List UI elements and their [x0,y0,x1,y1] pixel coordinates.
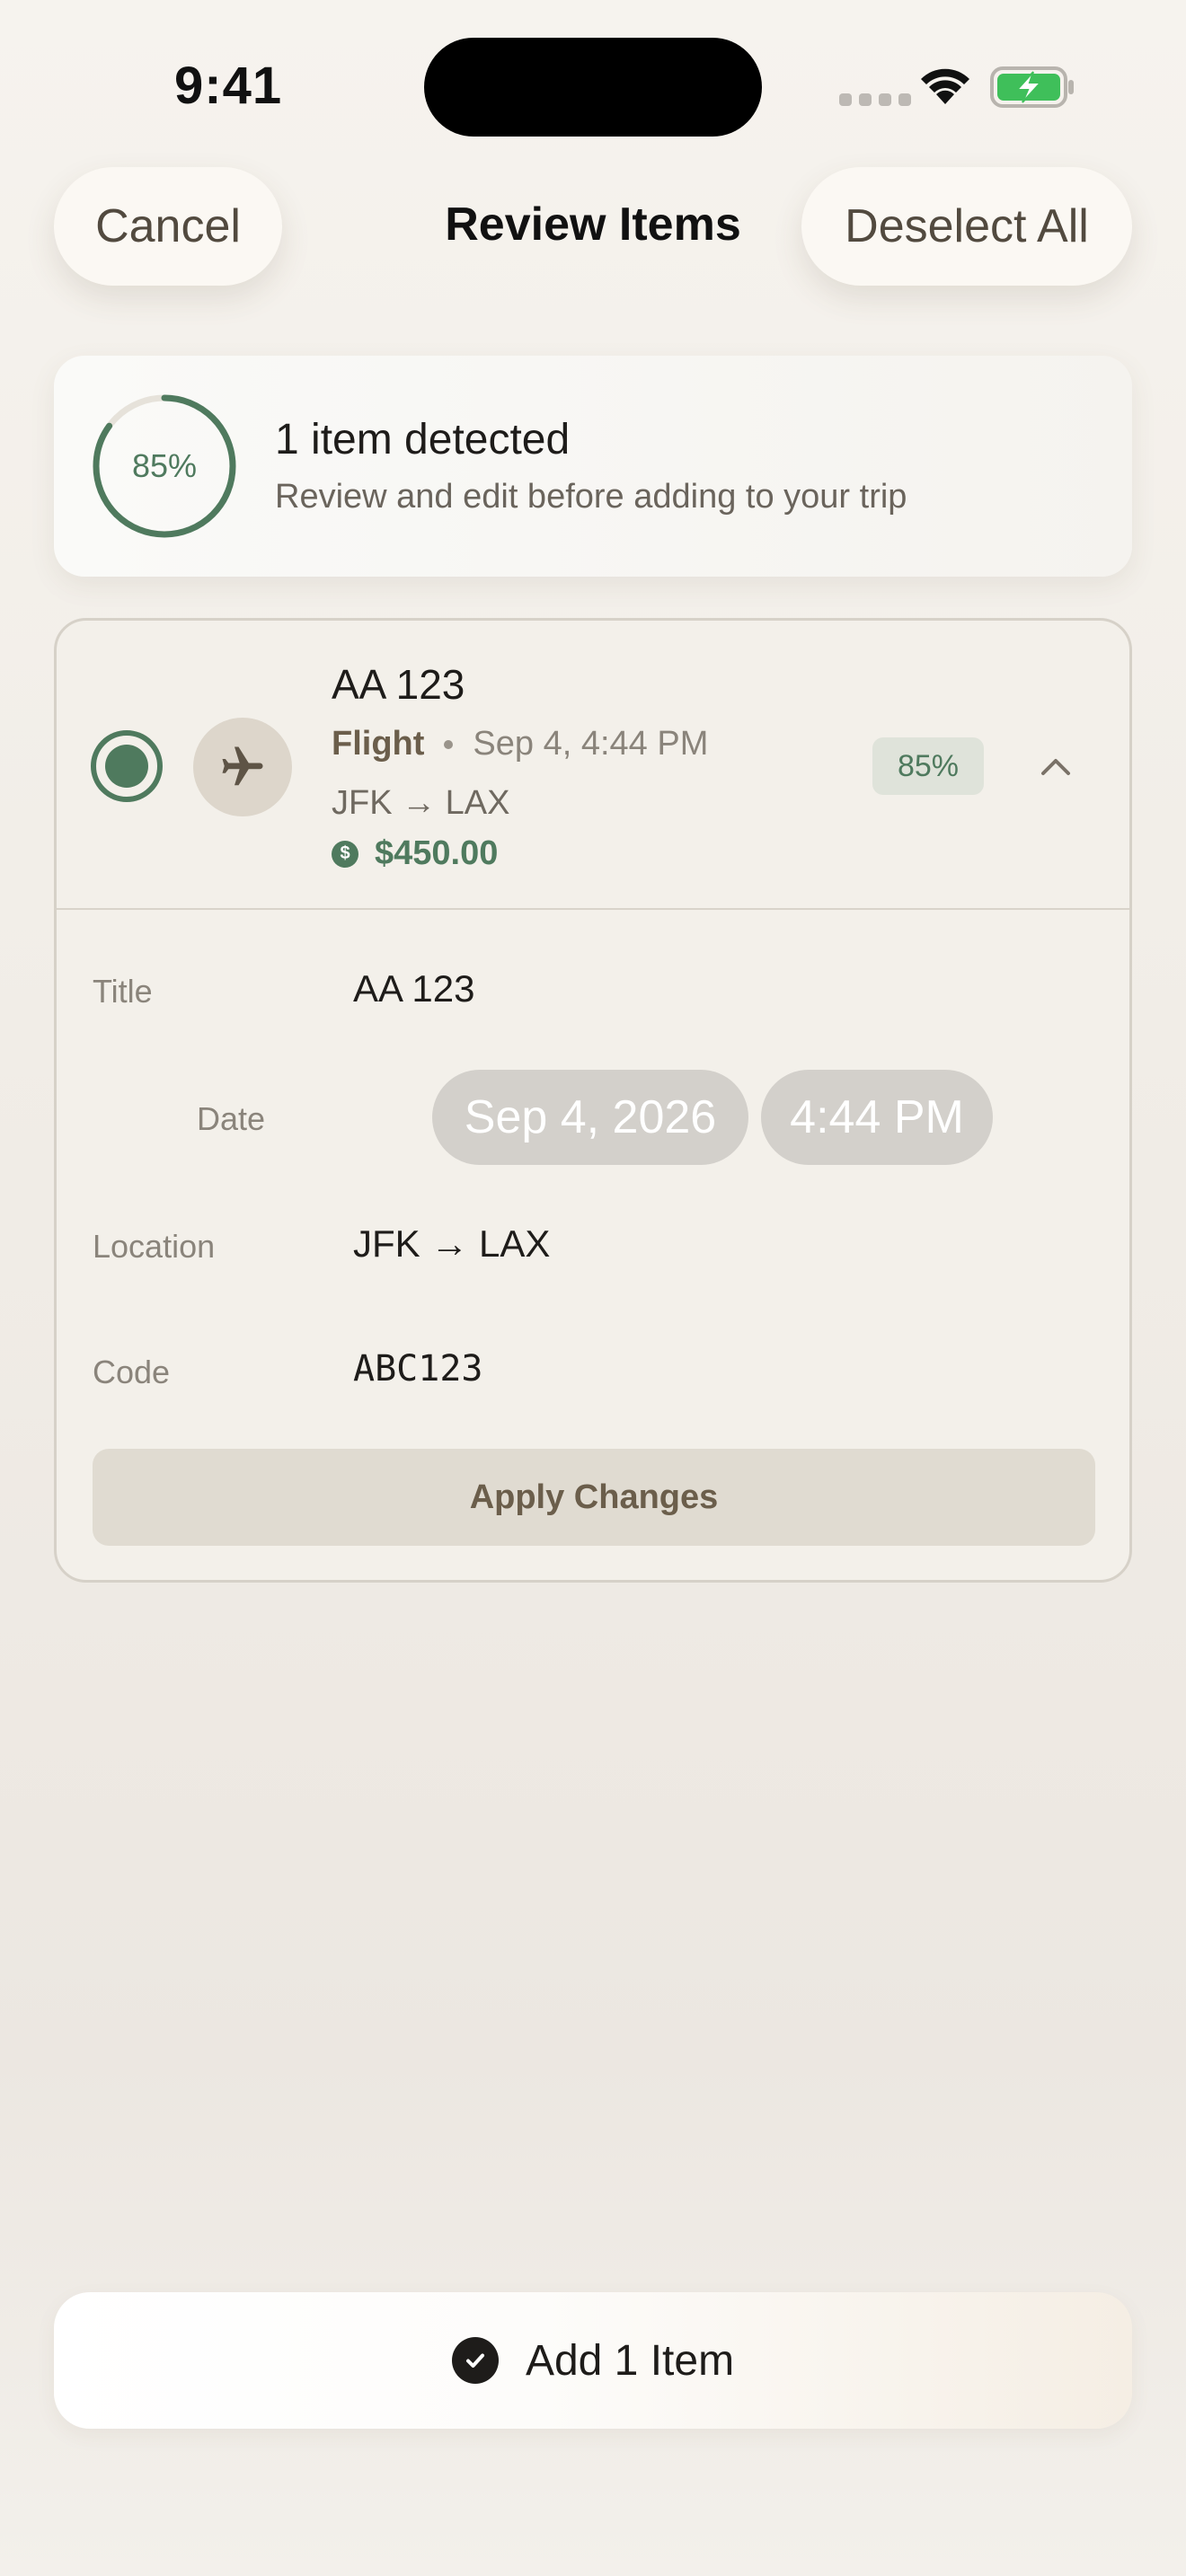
item-route: JFK → LAX [332,784,510,822]
time-picker-button[interactable]: 4:44 PM [761,1070,993,1165]
item-datetime: Sep 4, 4:44 PM [473,725,709,763]
apply-changes-button[interactable]: Apply Changes [93,1449,1095,1546]
detection-summary-card: 85% 1 item detected Review and edit befo… [54,356,1132,577]
code-field[interactable]: ABC123 [353,1348,483,1389]
item-type: Flight [332,725,425,763]
date-picker-button[interactable]: Sep 4, 2026 [432,1070,748,1165]
item-title: AA 123 [332,661,465,708]
page-title: Review Items [445,198,741,251]
title-field[interactable]: AA 123 [353,967,474,1010]
battery-charging-icon [990,65,1076,114]
add-items-label: Add 1 Item [525,2336,735,2385]
summary-subtitle: Review and edit before adding to your tr… [275,478,907,516]
item-price: $ $450.00 [332,834,498,873]
item-select-radio[interactable] [91,730,163,802]
airplane-icon [222,746,263,786]
confidence-percent: 85% [131,447,198,484]
dynamic-island [424,38,762,137]
item-meta: Flight Sep 4, 4:44 PM [332,725,708,763]
date-label: Date [197,1100,266,1137]
checkmark-icon [451,2337,499,2384]
deselect-all-button[interactable]: Deselect All [801,167,1132,286]
summary-title: 1 item detected [275,416,571,463]
title-label: Title [93,973,153,1010]
item-header[interactable]: AA 123 Flight Sep 4, 4:44 PM JFK → LAX $… [57,621,1129,910]
item-price-value: $450.00 [375,834,499,872]
add-items-button[interactable]: Add 1 Item [54,2292,1132,2429]
item-type-badge [193,718,292,816]
wifi-icon [918,65,972,110]
status-time: 9:41 [174,57,283,115]
detected-item-card: AA 123 Flight Sep 4, 4:44 PM JFK → LAX $… [54,618,1132,1583]
location-label: Location [93,1228,216,1265]
code-label: Code [93,1354,171,1390]
location-field[interactable]: JFK → LAX [353,1222,550,1266]
item-confidence-badge: 85% [872,737,984,795]
meta-separator-dot [444,739,454,749]
dollar-icon: $ [332,840,358,868]
collapse-chevron-up-icon[interactable] [1038,748,1074,789]
cancel-button[interactable]: Cancel [54,167,282,286]
item-divider [57,908,1129,910]
cellular-signal-icon [839,93,911,106]
